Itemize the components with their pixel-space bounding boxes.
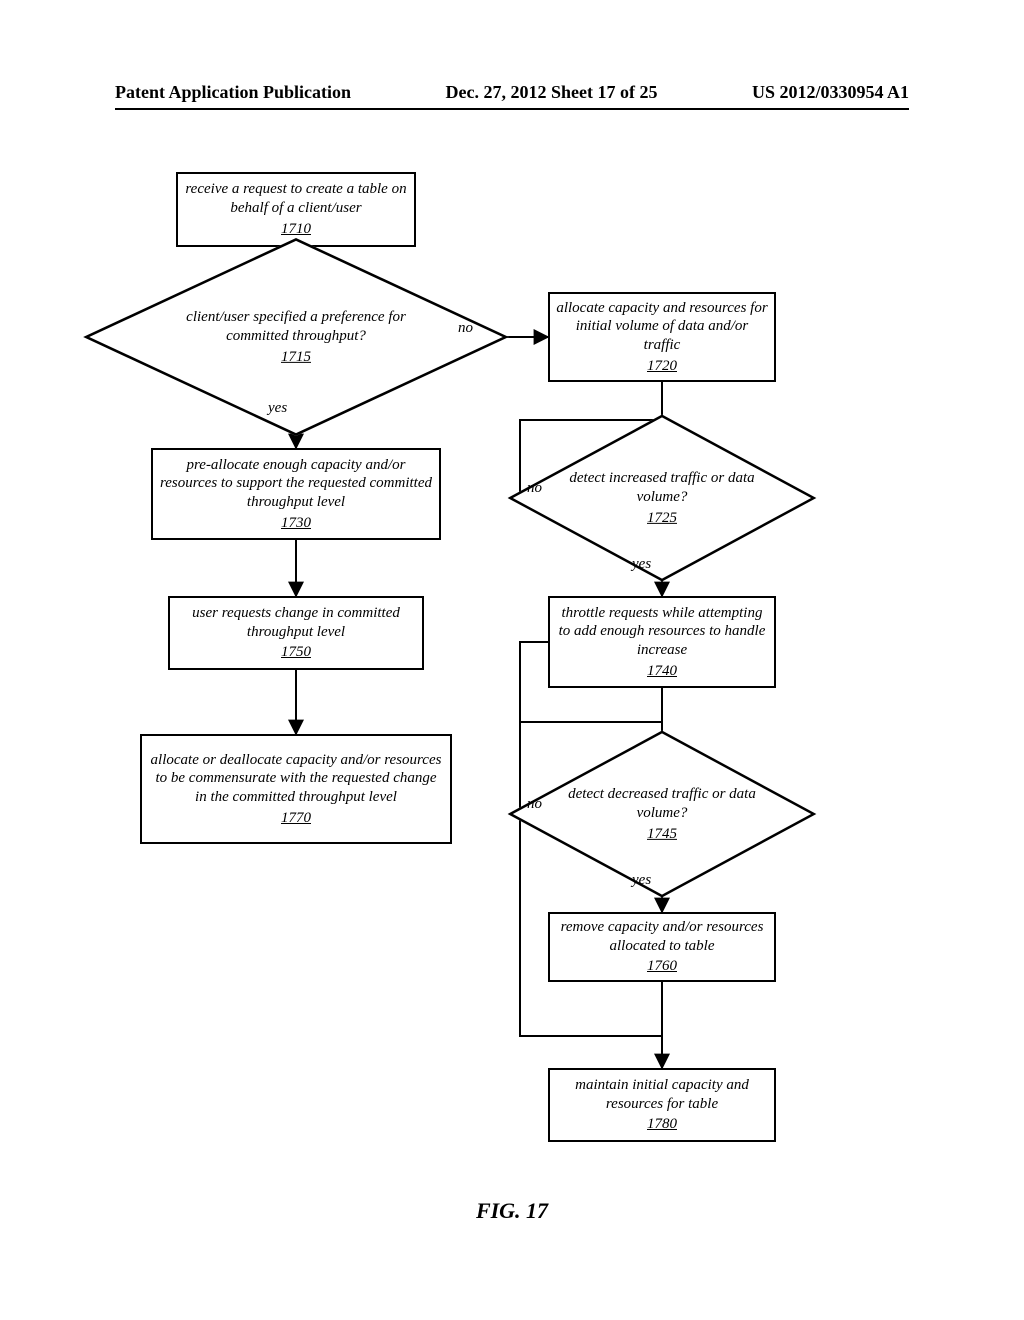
box-1730: pre-allocate enough capacity and/or reso… bbox=[151, 448, 441, 540]
box-ref: 1710 bbox=[281, 220, 311, 239]
label-yes: yes bbox=[268, 400, 287, 417]
box-1780: maintain initial capacity and resources … bbox=[548, 1068, 776, 1142]
diamond-1715: client/user specified a preference for c… bbox=[163, 276, 429, 398]
label-no: no bbox=[527, 480, 542, 497]
page: Patent Application Publication Dec. 27, … bbox=[0, 0, 1024, 1320]
box-1770: allocate or deallocate capacity and/or r… bbox=[140, 734, 452, 844]
figure-label: FIG. 17 bbox=[0, 1198, 1024, 1224]
diamond-text: detect decreased traffic or data volume? bbox=[568, 786, 756, 821]
box-ref: 1740 bbox=[647, 662, 677, 681]
box-ref: 1750 bbox=[281, 643, 311, 662]
header-rule bbox=[115, 108, 909, 110]
box-ref: 1780 bbox=[647, 1115, 677, 1134]
header-center: Dec. 27, 2012 Sheet 17 of 25 bbox=[446, 82, 658, 103]
page-header: Patent Application Publication Dec. 27, … bbox=[115, 82, 909, 103]
box-1760: remove capacity and/or resources allocat… bbox=[548, 912, 776, 982]
box-ref: 1770 bbox=[281, 809, 311, 828]
box-ref: 1760 bbox=[647, 957, 677, 976]
box-1750: user requests change in committed throug… bbox=[168, 596, 424, 670]
box-ref: 1730 bbox=[281, 514, 311, 533]
box-text: pre-allocate enough capacity and/or reso… bbox=[159, 456, 433, 512]
header-right: US 2012/0330954 A1 bbox=[752, 82, 909, 103]
diamond-1745: detect decreased traffic or data volume?… bbox=[555, 758, 769, 870]
diamond-1725: detect increased traffic or data volume?… bbox=[555, 442, 769, 554]
diamond-text: client/user specified a preference for c… bbox=[186, 309, 406, 344]
label-yes: yes bbox=[632, 872, 651, 889]
box-text: maintain initial capacity and resources … bbox=[556, 1076, 768, 1114]
box-text: receive a request to create a table on b… bbox=[184, 180, 408, 218]
label-no: no bbox=[527, 796, 542, 813]
box-1710: receive a request to create a table on b… bbox=[176, 172, 416, 247]
box-text: remove capacity and/or resources allocat… bbox=[556, 918, 768, 956]
box-1740: throttle requests while attempting to ad… bbox=[548, 596, 776, 688]
box-text: allocate capacity and resources for init… bbox=[556, 299, 768, 355]
diamond-text: detect increased traffic or data volume? bbox=[569, 470, 754, 505]
header-left: Patent Application Publication bbox=[115, 82, 351, 103]
diamond-ref: 1715 bbox=[176, 347, 415, 366]
label-no: no bbox=[458, 320, 473, 337]
box-text: allocate or deallocate capacity and/or r… bbox=[148, 751, 444, 807]
box-text: user requests change in committed throug… bbox=[176, 604, 416, 642]
flow-connectors bbox=[0, 0, 1024, 1320]
diamond-ref: 1725 bbox=[566, 508, 759, 527]
box-ref: 1720 bbox=[647, 357, 677, 376]
box-1720: allocate capacity and resources for init… bbox=[548, 292, 776, 382]
label-yes: yes bbox=[632, 556, 651, 573]
box-text: throttle requests while attempting to ad… bbox=[556, 604, 768, 660]
diamond-ref: 1745 bbox=[566, 824, 759, 843]
